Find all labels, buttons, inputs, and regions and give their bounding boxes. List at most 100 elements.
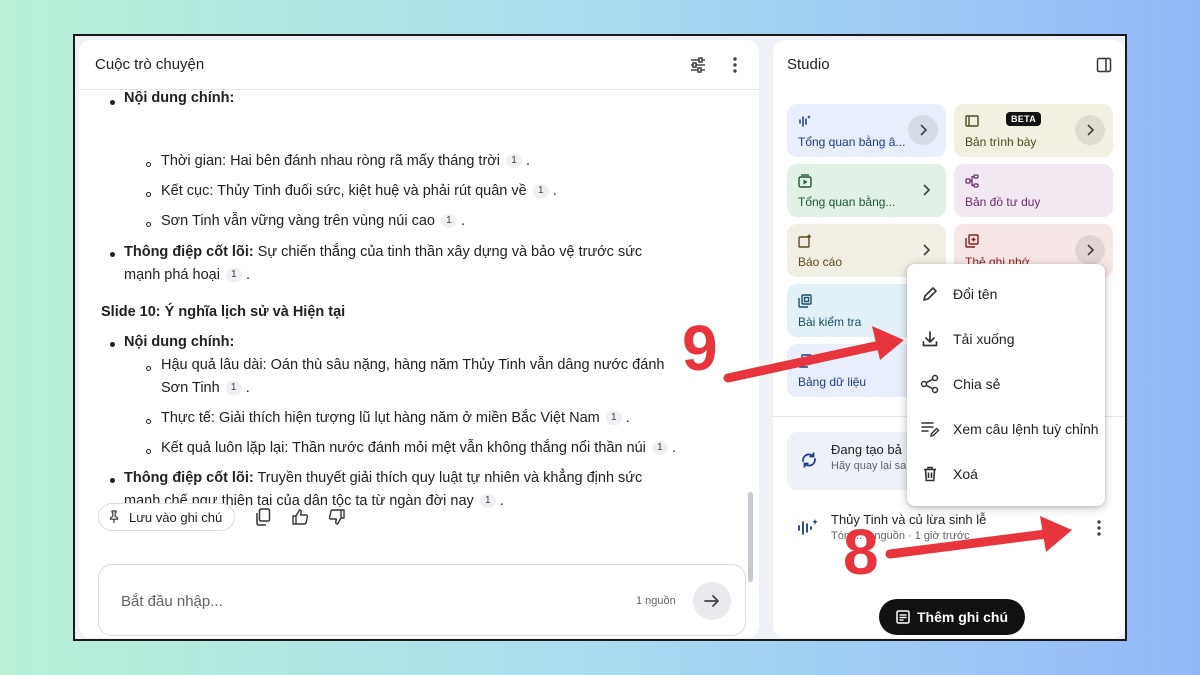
chevron-right-icon[interactable] bbox=[1075, 115, 1105, 145]
chat-input[interactable] bbox=[121, 589, 601, 613]
tile-presentation[interactable]: BETA Bản trình bày bbox=[954, 104, 1113, 157]
generating-subtitle: Hãy quay lại sa bbox=[831, 460, 907, 472]
tile-label: Tổng quan bằng â... bbox=[798, 135, 906, 149]
slide-heading: Slide 10: Ý nghĩa lịch sử và Hiện tại bbox=[101, 304, 346, 320]
download-icon bbox=[919, 328, 941, 350]
message-line: Hậu quả lâu dài: Oán thù sâu nặng, hàng … bbox=[161, 357, 665, 373]
arrow-right-icon bbox=[704, 595, 719, 607]
tile-label: Tổng quan bằng... bbox=[798, 195, 896, 209]
step-number-9: 9 bbox=[682, 312, 718, 384]
message-line: Thông điệp cốt lõi: Truyền thuyết giải t… bbox=[124, 470, 643, 486]
bullet bbox=[110, 342, 115, 347]
table-icon bbox=[797, 353, 813, 369]
chevron-right-icon[interactable] bbox=[1075, 235, 1105, 265]
sync-icon bbox=[799, 450, 819, 475]
chat-header: Cuộc trò chuyện bbox=[79, 40, 759, 90]
add-note-label: Thêm ghi chú bbox=[917, 609, 1008, 625]
studio-title: Studio bbox=[787, 56, 830, 73]
chat-messages: Nội dung chính: Thời gian: Hai bên đánh … bbox=[79, 91, 759, 491]
citation-chip[interactable]: 1 bbox=[225, 381, 242, 395]
thumbs-down-icon[interactable] bbox=[326, 506, 348, 528]
citation-chip[interactable]: 1 bbox=[479, 494, 496, 508]
tile-audio-overview[interactable]: Tổng quan bằng â... bbox=[787, 104, 946, 157]
report-icon bbox=[797, 233, 813, 249]
flashcards-icon bbox=[964, 233, 980, 249]
mind-map-icon bbox=[964, 173, 980, 189]
pin-icon bbox=[109, 510, 119, 523]
message-line: Sơn Tinh vẫn vững vàng trên vùng núi cao… bbox=[161, 213, 466, 229]
bullet bbox=[110, 252, 115, 257]
sub-bullet bbox=[146, 192, 151, 197]
tile-label: Báo cáo bbox=[798, 255, 843, 269]
chevron-right-icon[interactable] bbox=[918, 242, 934, 258]
sub-bullet bbox=[146, 366, 151, 371]
tile-label: Bài kiểm tra bbox=[798, 315, 862, 329]
section-heading: Nội dung chính: bbox=[124, 91, 235, 106]
bullet bbox=[110, 478, 115, 483]
sub-bullet bbox=[146, 222, 151, 227]
context-menu: Đổi tên Tải xuống Chia sẻ Xem câu lệnh t… bbox=[907, 264, 1105, 506]
citation-chip[interactable]: 1 bbox=[506, 154, 523, 168]
beta-badge: BETA bbox=[1006, 112, 1042, 126]
more-vert-icon[interactable] bbox=[724, 54, 746, 76]
tile-label: Bảng dữ liệu bbox=[798, 375, 867, 389]
trash-icon bbox=[919, 463, 941, 485]
citation-chip[interactable]: 1 bbox=[225, 268, 242, 282]
citation-chip[interactable]: 1 bbox=[532, 184, 549, 198]
app-window: Cuộc trò chuyện Nội dung chính: Thời gia… bbox=[73, 34, 1127, 641]
share-icon bbox=[919, 373, 941, 395]
note-icon bbox=[896, 610, 910, 624]
tile-mind-map[interactable]: Bản đồ tư duy bbox=[954, 164, 1113, 217]
menu-label: Xoá bbox=[953, 466, 978, 482]
tile-video-overview[interactable]: Tổng quan bằng... bbox=[787, 164, 946, 217]
menu-item-rename[interactable]: Đổi tên bbox=[907, 272, 1105, 316]
scrollbar[interactable] bbox=[748, 492, 753, 582]
menu-item-share[interactable]: Chia sẻ bbox=[907, 362, 1105, 406]
audio-overview-item[interactable]: Thủy Tinh và củ lừa sinh lễ Tóm... 1 ngu… bbox=[787, 508, 1117, 548]
save-to-note-button[interactable]: Lưu vào ghi chú bbox=[98, 503, 236, 531]
audio-wave-icon bbox=[797, 113, 813, 129]
edit-note-icon bbox=[919, 418, 941, 440]
tune-icon[interactable] bbox=[687, 54, 709, 76]
section-heading: Nội dung chính: bbox=[124, 334, 235, 350]
message-line: Thời gian: Hai bên đánh nhau ròng rã mấy… bbox=[161, 153, 531, 169]
menu-label: Đổi tên bbox=[953, 286, 998, 302]
citation-chip[interactable]: 1 bbox=[440, 214, 457, 228]
add-note-button[interactable]: Thêm ghi chú bbox=[879, 599, 1025, 635]
send-button[interactable] bbox=[693, 582, 731, 620]
message-line: Sơn Tinh 1 . bbox=[161, 380, 250, 396]
menu-label: Xem câu lệnh tuỳ chỉnh bbox=[953, 421, 1099, 437]
bullet bbox=[110, 100, 115, 105]
more-vert-icon[interactable] bbox=[1089, 516, 1109, 540]
citation-chip[interactable]: 1 bbox=[605, 411, 622, 425]
panel-toggle-icon[interactable] bbox=[1093, 54, 1115, 76]
tile-label: Bản trình bày bbox=[965, 135, 1037, 149]
menu-item-download[interactable]: Tải xuống bbox=[907, 317, 1105, 361]
menu-label: Chia sẻ bbox=[953, 376, 1001, 392]
audio-wave-icon bbox=[797, 518, 819, 543]
chevron-right-icon[interactable] bbox=[908, 115, 938, 145]
message-line: mạnh phá hoại 1 . bbox=[124, 267, 250, 283]
chat-panel: Cuộc trò chuyện Nội dung chính: Thời gia… bbox=[79, 40, 759, 638]
save-to-note-label: Lưu vào ghi chú bbox=[129, 509, 223, 525]
menu-label: Tải xuống bbox=[953, 331, 1015, 347]
sub-bullet bbox=[146, 449, 151, 454]
chat-composer: 1 nguồn bbox=[98, 564, 746, 636]
message-line: Thực tế: Giải thích hiện tượng lũ lụt hà… bbox=[161, 410, 630, 426]
menu-item-delete[interactable]: Xoá bbox=[907, 452, 1105, 496]
sub-bullet bbox=[146, 419, 151, 424]
tile-label: Bản đồ tư duy bbox=[965, 195, 1041, 209]
copy-icon[interactable] bbox=[252, 506, 274, 528]
citation-chip[interactable]: 1 bbox=[651, 441, 668, 455]
chat-title: Cuộc trò chuyện bbox=[95, 56, 205, 73]
message-line: Thông điệp cốt lõi: Sự chiến thắng của t… bbox=[124, 244, 643, 260]
chevron-right-icon[interactable] bbox=[918, 182, 934, 198]
generating-title: Đang tạo bả bbox=[831, 442, 902, 457]
step-number-8: 8 bbox=[843, 516, 879, 588]
sub-bullet bbox=[146, 162, 151, 167]
video-icon bbox=[797, 173, 813, 189]
message-line: Kết cục: Thủy Tinh đuối sức, kiệt huệ và… bbox=[161, 183, 557, 199]
thumbs-up-icon[interactable] bbox=[289, 506, 311, 528]
menu-item-custom-prompt[interactable]: Xem câu lệnh tuỳ chỉnh bbox=[907, 407, 1105, 451]
quiz-icon bbox=[797, 293, 813, 309]
